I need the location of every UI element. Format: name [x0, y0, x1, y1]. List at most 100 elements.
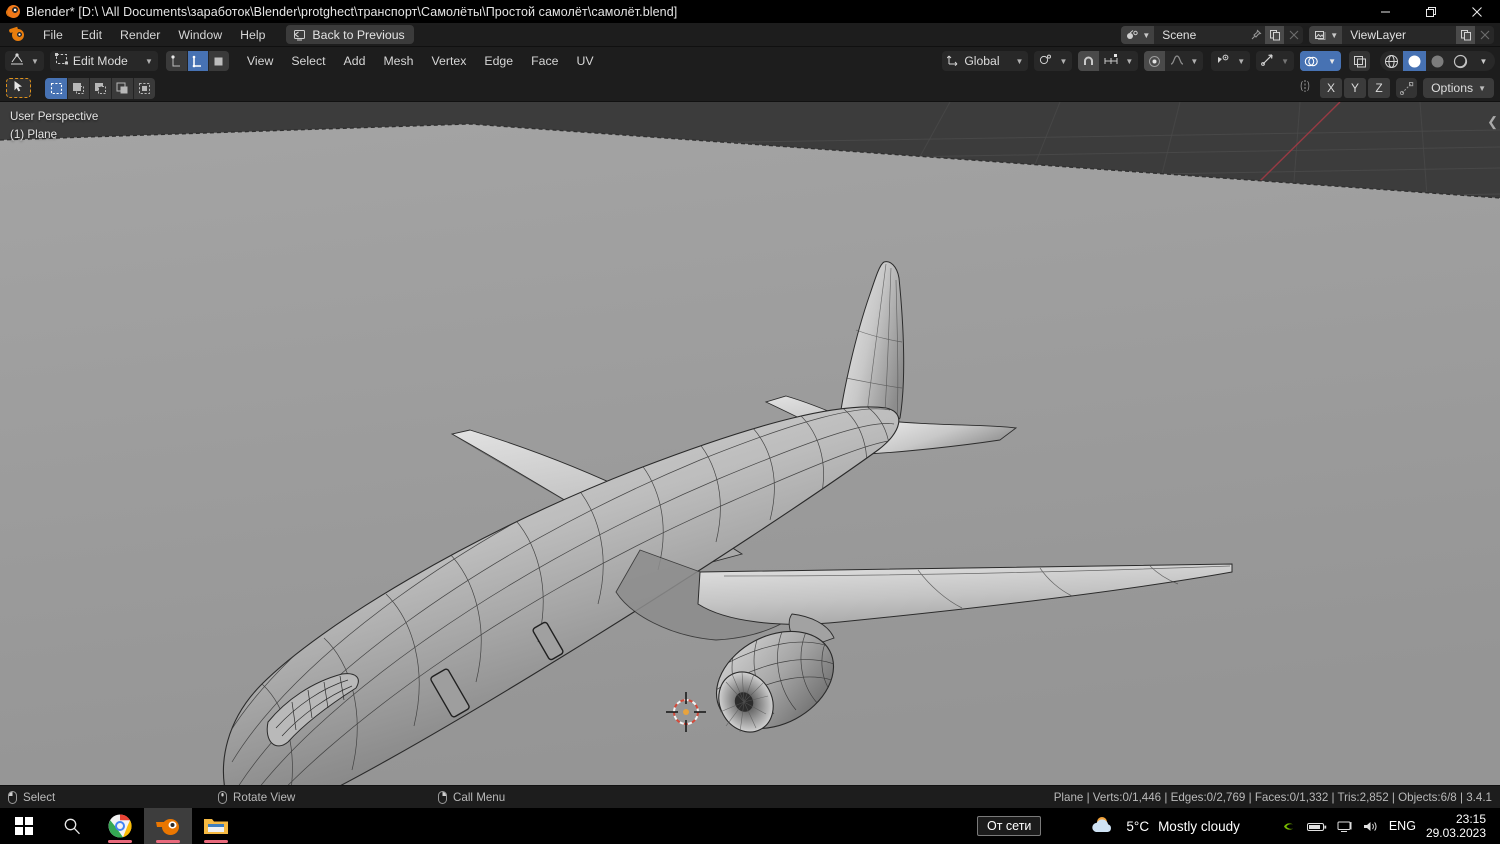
chrome-taskbar-icon[interactable]	[96, 808, 144, 844]
interaction-mode-selector[interactable]: Edit Mode ▼	[49, 51, 158, 71]
mirror-axis-x[interactable]: X	[1320, 78, 1343, 98]
gizmo-icon	[1261, 53, 1275, 69]
menu-uv[interactable]: UV	[567, 51, 602, 71]
explorer-taskbar-icon[interactable]	[192, 808, 240, 844]
material-preview-shading[interactable]	[1426, 51, 1449, 71]
chevron-down-icon: ▼	[1125, 56, 1134, 66]
menu-edge[interactable]: Edge	[475, 51, 522, 71]
cursor-arrow-icon	[13, 79, 24, 97]
network-icon[interactable]	[1337, 820, 1353, 833]
blender-taskbar-icon[interactable]	[144, 808, 192, 844]
close-icon[interactable]	[1284, 26, 1303, 44]
viewlayer-icon[interactable]: ▼	[1309, 26, 1343, 44]
proportional-editing-icon[interactable]	[1144, 51, 1166, 71]
duplicate-icon[interactable]	[1456, 26, 1475, 44]
network-status-tooltip: От сети	[976, 816, 1042, 836]
proportional-falloff-selector[interactable]: ▼	[1165, 51, 1203, 71]
auto-merge-icon[interactable]	[1396, 78, 1418, 98]
chevron-down-icon: ▼	[1330, 30, 1339, 40]
menu-vertex[interactable]: Vertex	[423, 51, 476, 71]
pivot-point-selector[interactable]: ▼	[1034, 51, 1073, 71]
windows-start-icon[interactable]	[0, 808, 48, 844]
menu-window[interactable]: Window	[169, 25, 231, 45]
select-extend[interactable]	[67, 77, 89, 99]
menu-select[interactable]: Select	[282, 51, 334, 71]
options-dropdown[interactable]: Options ▼	[1423, 78, 1494, 98]
blender-application-window: Blender* [D:\ \All Documents\заработок\B…	[0, 0, 1500, 844]
minimize-icon[interactable]	[1362, 0, 1408, 23]
wireframe-shading[interactable]	[1380, 51, 1403, 71]
pin-icon[interactable]	[1246, 26, 1265, 44]
magnet-icon[interactable]	[1078, 51, 1100, 71]
close-icon[interactable]	[1475, 26, 1494, 44]
snap-increment-icon	[1104, 53, 1119, 69]
viewlayer-selector[interactable]: ▼ ViewLayer	[1309, 26, 1494, 44]
select-subtract[interactable]	[89, 77, 111, 99]
chevron-down-icon: ▼	[1479, 56, 1488, 66]
back-to-previous-button[interactable]: Back to Previous	[286, 25, 414, 44]
weather-condition: Mostly cloudy	[1158, 818, 1240, 834]
sidebar-collapse-icon[interactable]: ❮	[1487, 114, 1498, 130]
scene-selector[interactable]: ▼ Scene	[1121, 26, 1304, 44]
menu-help[interactable]: Help	[231, 25, 274, 45]
shading-popover[interactable]: ▼	[1472, 51, 1495, 71]
select-set[interactable]	[45, 77, 67, 99]
menu-mesh[interactable]: Mesh	[374, 51, 422, 71]
snap-to-selector[interactable]: ▼	[1099, 51, 1138, 71]
blender-logo-icon	[0, 5, 26, 18]
topbar-right-group: ▼ Scene ▼ ViewLayer	[1121, 23, 1494, 47]
vertex-select-mode[interactable]	[165, 51, 187, 71]
menu-add[interactable]: Add	[335, 51, 375, 71]
overlays-icon[interactable]	[1300, 51, 1322, 71]
volume-icon[interactable]	[1363, 820, 1379, 833]
window-title-bar: Blender* [D:\ \All Documents\заработок\B…	[0, 0, 1500, 23]
clock-widget[interactable]: 23:15 29.03.2023	[1426, 812, 1492, 840]
blender-topbar: File Edit Render Window Help Back to Pre…	[0, 23, 1500, 47]
battery-icon[interactable]	[1306, 820, 1327, 833]
menu-view[interactable]: View	[238, 51, 282, 71]
back-to-previous-label: Back to Previous	[312, 27, 405, 42]
object-visibility-selector[interactable]: ▼	[1211, 51, 1251, 71]
status-hint-label: Select	[23, 790, 56, 804]
weather-widget[interactable]: 5°C Mostly cloudy	[1091, 815, 1240, 838]
duplicate-icon[interactable]	[1265, 26, 1285, 44]
blender-menu-logo-icon[interactable]	[0, 23, 34, 47]
editor-type-selector[interactable]: ▼	[5, 51, 44, 71]
mirror-axis-z[interactable]: Z	[1368, 78, 1391, 98]
viewlayer-name[interactable]: ViewLayer	[1342, 26, 1456, 44]
search-icon[interactable]	[48, 808, 96, 844]
face-select-mode[interactable]	[207, 51, 229, 71]
menu-render[interactable]: Render	[111, 25, 169, 45]
menu-file[interactable]: File	[34, 25, 72, 45]
object-visibility-icon	[1216, 53, 1231, 69]
select-invert[interactable]	[111, 77, 133, 99]
menu-face[interactable]: Face	[522, 51, 567, 71]
clock-date: 29.03.2023	[1425, 826, 1486, 840]
menu-edit[interactable]: Edit	[72, 25, 111, 45]
gizmo-selector[interactable]: ▼	[1256, 51, 1295, 71]
nvidia-icon[interactable]	[1282, 820, 1297, 833]
3d-viewport[interactable]: User Perspective (1) Plane ❮	[0, 102, 1500, 785]
restore-icon[interactable]	[1408, 0, 1454, 23]
edge-select-mode[interactable]	[186, 51, 208, 71]
proportional-editing-group: ▼	[1144, 51, 1204, 71]
mirror-axes: X Y Z	[1320, 78, 1391, 98]
select-intersect[interactable]	[133, 77, 155, 99]
status-bar: Select Rotate View Call Menu Plane | Ver…	[0, 785, 1500, 808]
close-icon[interactable]	[1454, 0, 1500, 23]
transform-orientation-selector[interactable]: Global ▼	[942, 51, 1029, 71]
language-indicator[interactable]: ENG	[1389, 819, 1416, 833]
status-hint-select: Select	[8, 790, 218, 804]
rendered-shading[interactable]	[1449, 51, 1472, 71]
scene-name[interactable]: Scene	[1154, 26, 1246, 44]
mouse-middle-icon	[218, 790, 227, 804]
tweak-select-tool[interactable]	[6, 78, 31, 98]
options-label: Options	[1431, 81, 1474, 95]
mirror-axis-y[interactable]: Y	[1344, 78, 1367, 98]
overlays-popover[interactable]: ▼	[1321, 51, 1341, 71]
solid-shading[interactable]	[1403, 51, 1426, 71]
scene-icon[interactable]: ▼	[1121, 26, 1155, 44]
scene-statistics: Plane | Verts:0/1,446 | Edges:0/2,769 | …	[1053, 790, 1492, 804]
toggle-xray-icon[interactable]	[1349, 51, 1370, 71]
interaction-mode-label: Edit Mode	[72, 54, 128, 68]
